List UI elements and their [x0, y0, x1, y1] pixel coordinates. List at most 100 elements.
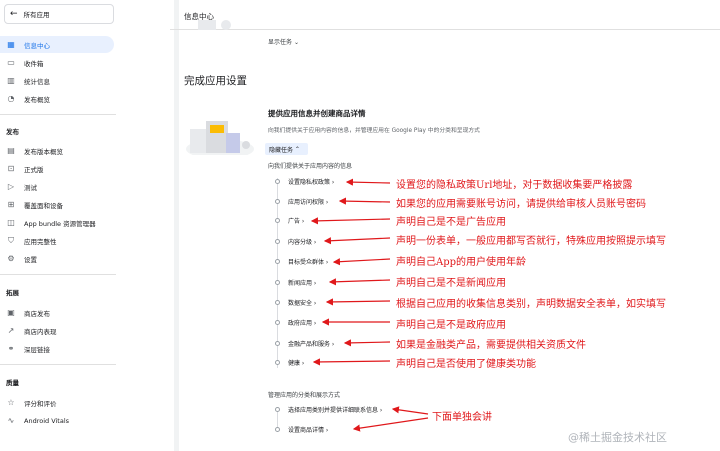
sidebar-item-production[interactable]: ⊡ 正式版 [0, 160, 116, 177]
annotation-content-rating: 声明一份表单，一般应用都写否就行，特殊应用按照提示填写 [396, 236, 666, 247]
task-label: 金融产品和服务 › [288, 340, 335, 348]
sidebar-item-deep-links[interactable]: ⚭ 深层链接 [0, 340, 116, 357]
sidebar-item-label: 统计信息 [24, 77, 50, 86]
sidebar-item-label: Android Vitals [24, 416, 70, 425]
gear-icon: ⚙ [7, 254, 15, 263]
content-info-subheading: 向我们提供关于应用内容的信息 [268, 163, 353, 170]
sidebar-item-statistics[interactable]: ▥ 统计信息 [0, 72, 116, 89]
annotation-arrow [332, 258, 391, 266]
app-setup-illustration [186, 121, 254, 155]
task-status-dot [275, 299, 280, 305]
sidebar-item-app-bundle[interactable]: ◫ App bundle 资源管理器 [0, 214, 116, 231]
top-bar: 信息中心 [170, 0, 720, 30]
production-icon: ⊡ [7, 164, 15, 173]
sidebar-item-label: 评分和评价 [24, 399, 57, 408]
sidebar-item-dashboard[interactable]: ▦ 信息中心 [0, 36, 114, 53]
sidebar-item-testing[interactable]: ▷ 测试 [0, 178, 116, 195]
sidebar-item-ratings[interactable]: ☆ 评分和评价 [0, 394, 116, 411]
annotation-health: 声明自己是否使用了健康类功能 [396, 359, 536, 370]
show-tasks-button[interactable]: 显示任务 ⌄ [268, 37, 299, 46]
link-icon: ⚭ [7, 344, 15, 353]
task-app-category[interactable]: 选择应用类别并提供详细联系信息 › [275, 404, 382, 414]
task-health[interactable]: 健康 › [275, 357, 304, 367]
task-label: 数据安全 › [288, 299, 317, 307]
task-news-app[interactable]: 新闻应用 › [275, 277, 316, 287]
card-description: 向我们提供关于应用内容的信息，并管理应用在 Google Play 中的分类和呈… [268, 128, 480, 134]
annotation-arrow [343, 339, 391, 347]
sidebar-divider [0, 114, 116, 115]
sidebar-item-label: 收件箱 [24, 59, 44, 68]
sidebar-item-label: 信息中心 [24, 41, 50, 50]
annotation-privacy-policy: 设置您的隐私政策Url地址，对于数据收集要严格披露 [396, 180, 633, 191]
task-label: 内容分级 › [288, 238, 317, 246]
sidebar-item-inbox[interactable]: ▭ 收件箱 [0, 54, 116, 71]
testing-icon: ▷ [7, 182, 15, 191]
sidebar-item-devices[interactable]: ⊞ 覆盖面和设备 [0, 196, 116, 213]
sidebar-item-label: 覆盖面和设备 [24, 201, 63, 210]
task-label: 应用访问权限 › [288, 198, 329, 206]
watermark: @稀土掘金技术社区 [568, 431, 667, 444]
sidebar: ← 所有应用 ▦ 信息中心 ▭ 收件箱 ▥ 统计信息 ◔ 发布概览 发布 ▤ 发… [0, 0, 118, 451]
task-store-listing[interactable]: 设置商品详情 › [275, 424, 328, 434]
annotation-target-audience: 声明自己App的用户使用年龄 [396, 257, 527, 268]
task-status-dot [275, 238, 280, 244]
task-data-safety[interactable]: 数据安全 › [275, 297, 316, 307]
annotation-arrow [391, 406, 429, 415]
sidebar-item-release-overview[interactable]: ▤ 发布版本概览 [0, 142, 116, 159]
hide-tasks-label: 隐藏任务 [269, 146, 294, 154]
sidebar-item-store-performance[interactable]: ↗ 商店内表现 [0, 322, 116, 339]
sidebar-section-release: 发布 [6, 128, 19, 136]
task-label: 目标受众群体 › [288, 258, 329, 266]
sidebar-item-label: 设置 [24, 255, 37, 264]
task-privacy-policy[interactable]: 设置隐私权政策 › [275, 176, 334, 186]
task-label: 广告 › [288, 217, 305, 225]
bundle-icon: ◫ [7, 218, 15, 227]
task-status-dot [275, 258, 280, 264]
task-status-dot [275, 426, 280, 432]
task-label: 健康 › [288, 359, 305, 367]
sidebar-item-label: 商店发布 [24, 309, 50, 318]
sidebar-item-label: 正式版 [24, 165, 44, 174]
hide-tasks-button[interactable]: 隐藏任务 ⌃ [265, 143, 308, 155]
release-overview-icon: ▤ [7, 146, 15, 155]
task-label: 政府应用 › [288, 319, 317, 327]
section-title: 完成应用设置 [184, 75, 247, 87]
store-icon: ▣ [7, 308, 15, 317]
back-label: 所有应用 [23, 11, 50, 19]
task-status-dot [275, 319, 280, 325]
annotation-government-app: 声明自己是不是政府应用 [396, 320, 506, 331]
devices-icon: ⊞ [7, 200, 15, 209]
annotation-arrow [325, 298, 391, 306]
task-target-audience[interactable]: 目标受众群体 › [275, 256, 328, 266]
previous-card-illustration [198, 20, 231, 30]
chevron-up-icon: ⌃ [293, 145, 300, 153]
annotation-news-app: 声明自己是不是新闻应用 [396, 278, 506, 289]
sidebar-item-android-vitals[interactable]: ∿ Android Vitals [0, 412, 116, 429]
annotation-ads: 声明自己是不是广告应用 [396, 217, 506, 228]
sidebar-item-app-integrity[interactable]: ⛉ 应用完整性 [0, 232, 116, 249]
task-status-dot [275, 279, 280, 285]
categorization-subheading: 管理应用的分类和展示方式 [268, 392, 341, 399]
task-status-dot [275, 340, 280, 346]
vitals-icon: ∿ [7, 416, 15, 425]
sidebar-item-store-listing[interactable]: ▣ 商店发布 [0, 304, 116, 321]
task-app-access[interactable]: 应用访问权限 › [275, 196, 328, 206]
task-ads[interactable]: 广告 › [275, 215, 304, 225]
inbox-icon: ▭ [7, 58, 15, 67]
annotation-arrow [312, 358, 391, 366]
back-to-all-apps-button[interactable]: ← 所有应用 [4, 4, 114, 24]
task-content-rating[interactable]: 内容分级 › [275, 236, 316, 246]
task-government-app[interactable]: 政府应用 › [275, 317, 316, 327]
task-label: 设置隐私权政策 › [288, 178, 335, 186]
annotation-arrow [338, 197, 391, 205]
task-status-dot [275, 359, 280, 365]
annotation-arrow [323, 237, 391, 245]
sidebar-item-settings[interactable]: ⚙ 设置 [0, 250, 116, 267]
task-status-dot [275, 217, 280, 223]
annotation-data-safety: 根据自己应用的收集信息类别，声明数据安全表单，如实填写 [396, 299, 666, 310]
sidebar-item-publish-overview[interactable]: ◔ 发布概览 [0, 90, 116, 107]
task-status-dot [275, 406, 280, 412]
task-financial-features[interactable]: 金融产品和服务 › [275, 338, 334, 348]
annotation-app-access: 如果您的应用需要账号访问，请提供给审核人员账号密码 [396, 199, 646, 210]
task-label: 选择应用类别并提供详细联系信息 › [288, 406, 383, 414]
